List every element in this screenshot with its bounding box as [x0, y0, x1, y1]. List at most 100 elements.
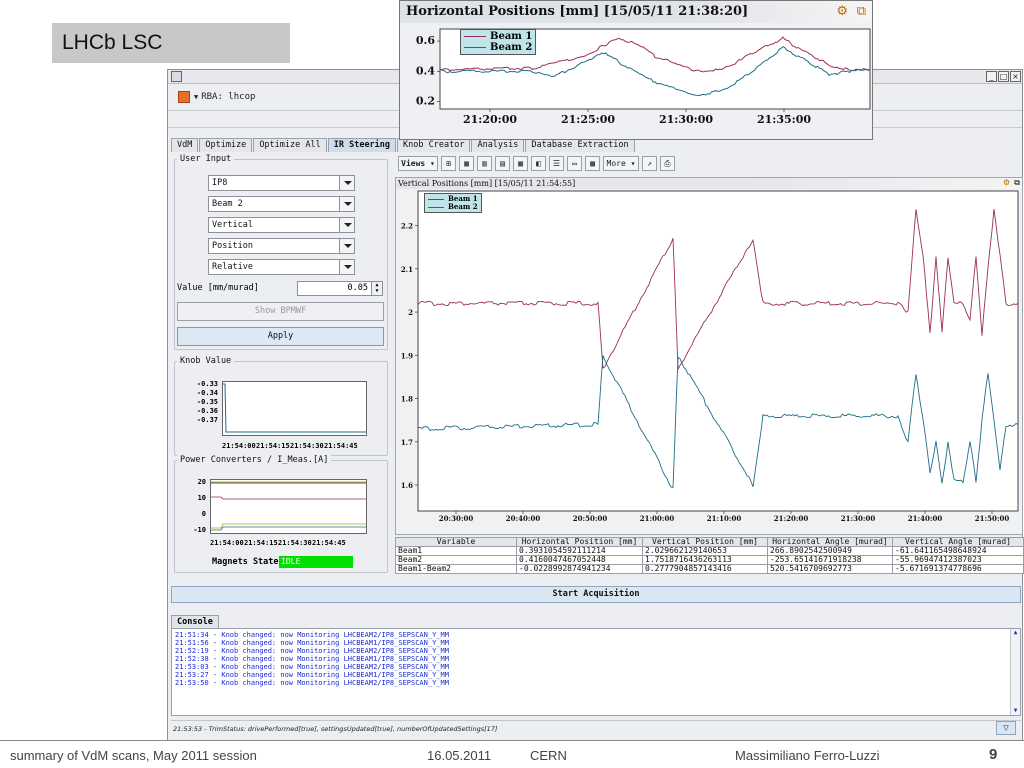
start-acquisition-button[interactable]: Start Acquisition — [171, 586, 1021, 603]
power-converters-chart — [210, 479, 367, 534]
magnets-state-badge: IDLE — [279, 556, 353, 568]
chevron-down-icon[interactable] — [339, 239, 354, 253]
table-row[interactable]: Beam1 0.3931054592111214 2.029662129140653… — [395, 546, 1024, 556]
x-tick-label: 21:20:00 — [774, 514, 809, 523]
main-tabs: VdM Optimize Optimize All IR Steering Kn… — [171, 138, 636, 152]
x-tick-label: 21:40:00 — [908, 514, 943, 523]
tab-console[interactable]: Console — [171, 615, 219, 628]
y-tick-label: 0.4 — [416, 64, 435, 77]
tab-knob-creator[interactable]: Knob Creator — [397, 138, 471, 152]
views-button[interactable]: Views ▾ — [398, 155, 438, 171]
app-icon — [171, 71, 182, 82]
mode-combo[interactable]: Relative — [208, 259, 355, 275]
tab-database-extraction[interactable]: Database Extraction — [525, 138, 635, 152]
minimize-icon[interactable]: _ — [986, 71, 997, 82]
x-tick-label: 21:54:00 — [222, 442, 256, 450]
chevron-down-icon[interactable] — [339, 176, 354, 190]
table-header-cell[interactable]: Horizontal Angle [murad] — [767, 537, 893, 547]
h-legend-item-beam1: Beam 1 — [464, 31, 532, 42]
y-tick-label: 1.8 — [401, 395, 413, 404]
export-icon[interactable]: ↗ — [642, 155, 657, 171]
power-converters-label: Power Converters / I_Meas.[A] — [177, 455, 332, 465]
y-tick-label: -0.36 — [196, 407, 218, 415]
popup-detach-icon[interactable]: ⧉ — [857, 4, 866, 19]
table-cell: 0.4160047467052448 — [516, 555, 643, 565]
status-dropdown-icon[interactable]: ▽ — [996, 721, 1016, 735]
list-icon[interactable]: ☰ — [549, 155, 564, 171]
layout-three-icon[interactable]: ▦ — [513, 155, 528, 171]
chevron-down-icon[interactable] — [339, 218, 354, 232]
x-tick-label: 21:10:00 — [707, 514, 742, 523]
y-tick-label: 1.7 — [401, 438, 413, 447]
rba-label[interactable]: RBA: lhcop — [201, 92, 255, 102]
table-cell: 520.5416709692773 — [767, 564, 893, 574]
more-label: More — [606, 158, 626, 168]
table-cell: -55.96947412387023 — [892, 555, 1024, 565]
quantity-combo-value: Position — [212, 241, 253, 251]
table-header-cell[interactable]: Vertical Angle [murad] — [892, 537, 1024, 547]
table-cell: -0.0228992874941234 — [516, 564, 643, 574]
table-row[interactable]: Beam2 0.4160047467052448 1.751871643626311… — [395, 555, 1024, 565]
tab-analysis[interactable]: Analysis — [471, 138, 525, 152]
quantity-combo[interactable]: Position — [208, 238, 355, 254]
chart-config-icon[interactable]: ◧ — [531, 155, 546, 171]
tab-optimize[interactable]: Optimize — [199, 138, 253, 152]
layout-one-icon[interactable]: ▥ — [477, 155, 492, 171]
horizontal-positions-popup: Horizontal Positions [mm] [15/05/11 21:3… — [399, 0, 873, 140]
footer-session: summary of VdM scans, May 2011 session — [10, 748, 257, 763]
table-cell: Beam1 — [395, 546, 517, 556]
value-spinner[interactable]: 0.05 ▲ ▼ — [297, 281, 383, 296]
more-button[interactable]: More ▾ — [603, 155, 639, 171]
table-icon[interactable]: ▦ — [459, 155, 474, 171]
horizontal-plot-legend: Beam 1 Beam 2 — [460, 29, 537, 55]
legend-item-beam2: Beam 2 — [428, 203, 478, 211]
scroll-down-icon[interactable]: ▼ — [1011, 707, 1020, 715]
ir-steering-left-panel: User Input IP8 Beam 2 Vertical Position … — [170, 153, 392, 573]
chevron-down-icon[interactable] — [339, 260, 354, 274]
scroll-up-icon[interactable]: ▲ — [1011, 629, 1020, 637]
x-tick-label: 21:54:00 — [210, 539, 244, 547]
popup-options-icon[interactable]: ⚙ — [836, 4, 848, 19]
table-cell: Beam2 — [395, 555, 517, 565]
tab-vdm[interactable]: VdM — [171, 138, 199, 152]
chevron-down-icon[interactable] — [339, 197, 354, 211]
y-tick-label: 2.2 — [401, 222, 413, 231]
console-scrollbar[interactable]: ▲ ▼ — [1010, 629, 1020, 715]
y-tick-label: 0 — [201, 510, 206, 518]
plot-area — [417, 190, 1019, 512]
table-header-cell[interactable]: Variable — [395, 537, 517, 547]
table-cell: 1.7518716436263113 — [642, 555, 768, 565]
x-tick-label: 21:00:00 — [640, 514, 675, 523]
vertical-positions-chart: 2.2 2.1 2 1.9 1.8 1.7 1.6 20:30:00 20:40:00 20:50… — [401, 190, 1019, 523]
table-header-cell[interactable]: Vertical Position [mm] — [642, 537, 768, 547]
table-header-cell[interactable]: Horizontal Position [mm] — [516, 537, 643, 547]
ip-combo[interactable]: IP8 — [208, 175, 355, 191]
mode-combo-value: Relative — [212, 262, 253, 272]
detach-icon[interactable]: ⧉ — [1014, 178, 1020, 188]
apply-button[interactable]: Apply — [177, 327, 384, 346]
table-row[interactable]: Beam1-Beam2 -0.0228992874941234 0.27779048… — [395, 564, 1024, 574]
plane-combo[interactable]: Vertical — [208, 217, 355, 233]
y-tick-label: 10 — [197, 494, 206, 502]
h-legend-item-beam2: Beam 2 — [464, 42, 532, 53]
knob-value-label: Knob Value — [177, 356, 235, 366]
beam-combo[interactable]: Beam 2 — [208, 196, 355, 212]
show-bpmwf-button[interactable]: Show BPMWF — [177, 302, 384, 321]
y-tick-label: 0.2 — [416, 94, 435, 107]
tab-optimize-all[interactable]: Optimize All — [253, 138, 327, 152]
window-icon[interactable]: ▭ — [567, 155, 582, 171]
x-tick-label: 20:30:00 — [439, 514, 474, 523]
columns-icon[interactable]: ▩ — [585, 155, 600, 171]
print-icon[interactable]: ⎙ — [660, 155, 675, 171]
rba-icon[interactable] — [178, 91, 190, 103]
tab-ir-steering[interactable]: IR Steering — [327, 138, 397, 152]
close-icon[interactable]: × — [1010, 71, 1021, 82]
plot-options-icon[interactable]: ⚙ — [1003, 178, 1010, 187]
maximize-icon[interactable]: □ — [998, 71, 1009, 82]
power-converters-lines — [211, 481, 366, 531]
spinner-arrows-icon[interactable]: ▲ ▼ — [371, 282, 382, 295]
layout-two-icon[interactable]: ▤ — [495, 155, 510, 171]
grid-icon[interactable]: ⊞ — [441, 155, 456, 171]
table-cell: -5.671691374778696 — [892, 564, 1024, 574]
chevron-down-icon[interactable]: ▼ — [194, 93, 198, 101]
